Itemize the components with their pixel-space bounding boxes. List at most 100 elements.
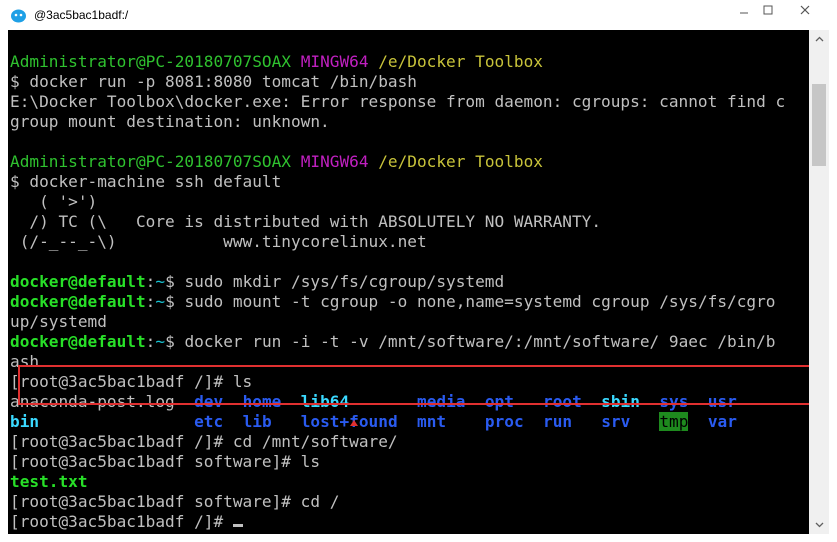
- terminal-text: ~: [155, 332, 166, 351]
- terminal-line: docker@default:~$ sudo mkdir /sys/fs/cgr…: [10, 272, 809, 292]
- terminal-text: MINGW64: [300, 52, 369, 71]
- terminal-text: tmp: [659, 412, 689, 431]
- terminal-text: Administrator@PC-20180707SOAX: [10, 152, 291, 171]
- terminal-line: test.txt: [10, 472, 809, 492]
- terminal-text: $ docker run -i -t -v /mnt/software/:/mn…: [165, 332, 776, 351]
- annotation-mark: [350, 420, 358, 426]
- terminal-text: $ docker run -p 8081:8080 tomcat /bin/ba…: [10, 72, 417, 91]
- chevron-up-icon: [815, 36, 823, 42]
- terminal-text: run: [543, 412, 573, 431]
- window-title: @3ac5bac1badf:/: [34, 8, 129, 22]
- terminal-line: docker@default:~$ docker run -i -t -v /m…: [10, 332, 809, 352]
- chevron-down-icon: [815, 522, 823, 528]
- terminal-text: group mount destination: unknown.: [10, 112, 330, 131]
- terminal-text: test.txt: [10, 472, 88, 491]
- maximize-icon: [763, 5, 773, 15]
- title-bar[interactable]: @3ac5bac1badf:/: [0, 0, 837, 30]
- terminal-text: var: [707, 412, 737, 431]
- terminal-text: ~: [155, 272, 166, 291]
- terminal-text: etc: [194, 412, 224, 431]
- terminal-text: [root@3ac5bac1badf /]# ls: [10, 372, 253, 391]
- terminal-output[interactable]: Administrator@PC-20180707SOAX MINGW64 /e…: [10, 52, 809, 532]
- terminal-text: $ sudo mount -t cgroup -o none,name=syst…: [165, 292, 776, 311]
- terminal-line: [root@3ac5bac1badf /]#: [10, 512, 809, 532]
- terminal-text: sys: [659, 392, 689, 411]
- terminal-line: $ docker-machine ssh default: [10, 172, 809, 192]
- terminal-text: root: [543, 392, 582, 411]
- terminal-text: sbin: [601, 392, 640, 411]
- terminal-text: media: [417, 392, 466, 411]
- terminal-line: up/systemd: [10, 312, 809, 332]
- terminal-text: (/-_--_-\) www.tinycorelinux.net: [10, 232, 427, 251]
- terminal-text: dev: [194, 392, 224, 411]
- maximize-button[interactable]: [757, 3, 779, 17]
- terminal-pane[interactable]: Administrator@PC-20180707SOAX MINGW64 /e…: [8, 30, 809, 534]
- terminal-text: docker@default: [10, 332, 146, 351]
- terminal-text: Administrator@PC-20180707SOAX: [10, 52, 291, 71]
- app-icon: [10, 7, 27, 24]
- close-icon: [800, 5, 810, 15]
- terminal-text: lib: [242, 412, 272, 431]
- terminal-line: group mount destination: unknown.: [10, 112, 809, 132]
- window-border-right: [829, 30, 837, 542]
- terminal-line: (/-_--_-\) www.tinycorelinux.net: [10, 232, 809, 252]
- terminal-text: :: [145, 272, 156, 291]
- terminal-line: Administrator@PC-20180707SOAX MINGW64 /e…: [10, 152, 809, 172]
- vertical-scrollbar[interactable]: [809, 30, 829, 534]
- terminal-line: /) TC (\ Core is distributed with ABSOLU…: [10, 212, 809, 232]
- terminal-line: $ docker run -p 8081:8080 tomcat /bin/ba…: [10, 72, 809, 92]
- terminal-text: lib64: [300, 392, 350, 411]
- terminal-text: docker@default: [10, 272, 146, 291]
- terminal-text: proc: [484, 412, 524, 431]
- scroll-down-button[interactable]: [809, 516, 829, 534]
- terminal-text: [root@3ac5bac1badf /]# cd /mnt/software/: [10, 432, 398, 451]
- terminal-text: $ sudo mkdir /sys/fs/cgroup/systemd: [165, 272, 505, 291]
- scroll-thumb[interactable]: [812, 84, 826, 166]
- terminal-text: :: [145, 292, 156, 311]
- terminal-cursor: [232, 524, 243, 527]
- close-button[interactable]: [783, 3, 827, 17]
- terminal-text: ash: [10, 352, 40, 371]
- terminal-text: [root@3ac5bac1badf software]# ls: [10, 452, 321, 471]
- terminal-text: opt: [484, 392, 514, 411]
- terminal-line: docker@default:~$ sudo mount -t cgroup -…: [10, 292, 809, 312]
- terminal-text: /e/Docker Toolbox: [378, 152, 543, 171]
- terminal-text: srv: [601, 412, 631, 431]
- terminal-line: anaconda-post.log dev home lib64 media o…: [10, 392, 809, 412]
- terminal-line: ( '>'): [10, 192, 809, 212]
- terminal-text: ~: [155, 292, 166, 311]
- terminal-text: :: [145, 332, 156, 351]
- terminal-text: up/systemd: [10, 312, 107, 331]
- terminal-text: ( '>'): [10, 192, 98, 211]
- terminal-line: E:\Docker Toolbox\docker.exe: Error resp…: [10, 92, 809, 112]
- terminal-text: /e/Docker Toolbox: [378, 52, 543, 71]
- terminal-text: docker@default: [10, 292, 146, 311]
- terminal-text: usr: [707, 392, 737, 411]
- terminal-text: E:\Docker Toolbox\docker.exe: Error resp…: [10, 92, 786, 111]
- minimize-button[interactable]: [733, 3, 755, 17]
- scroll-up-button[interactable]: [809, 30, 829, 48]
- minimize-icon: [740, 12, 748, 14]
- terminal-line: Administrator@PC-20180707SOAX MINGW64 /e…: [10, 52, 809, 72]
- terminal-text: /) TC (\ Core is distributed with ABSOLU…: [10, 212, 602, 231]
- window-border-bottom: [0, 534, 837, 542]
- terminal-text: mnt: [417, 412, 447, 431]
